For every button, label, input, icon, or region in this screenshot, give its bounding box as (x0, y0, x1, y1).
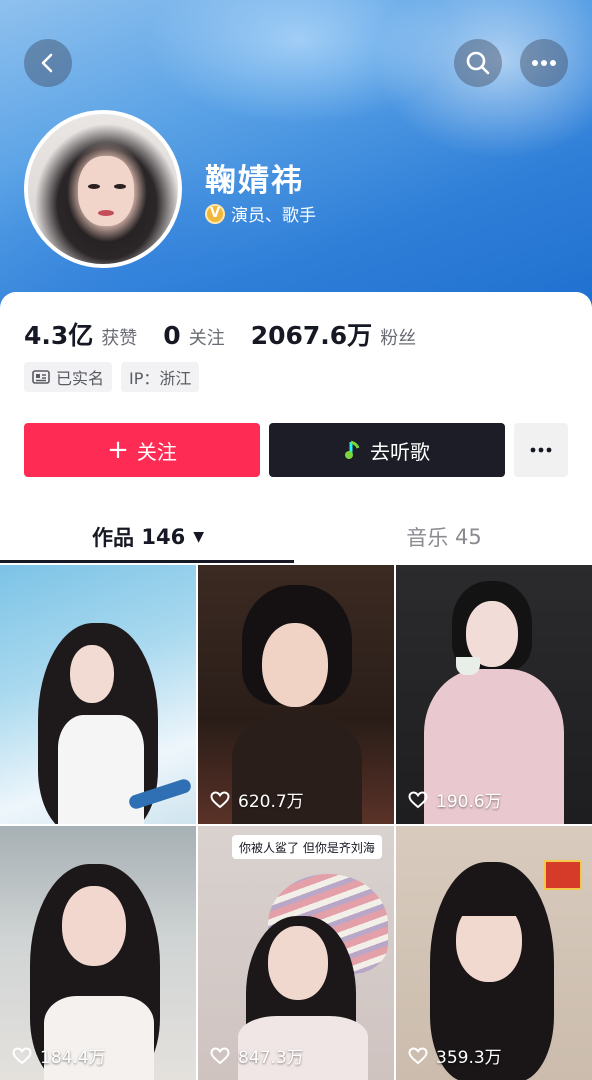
tab-works[interactable]: 作品 146 ▼ (0, 510, 296, 564)
like-count: 847.3万 (210, 1043, 304, 1068)
following-count[interactable]: 0 (163, 321, 180, 350)
tab-music[interactable]: 音乐 45 (296, 510, 592, 564)
verification-row: V 演员、歌手 (205, 201, 316, 226)
video-grid: 620.7万 190.6万 184.4万 你被人鲨了 但你是齐刘海 847.3万… (0, 565, 592, 1080)
followers-count[interactable]: 2067.6万 (251, 316, 372, 352)
plus-icon: + (107, 435, 129, 465)
more-horizontal-icon (532, 60, 556, 66)
like-count-text: 847.3万 (238, 1048, 304, 1068)
video-thumbnail-fringe (450, 882, 528, 916)
back-button[interactable] (24, 39, 72, 87)
video-tile[interactable]: 359.3万 (396, 826, 592, 1080)
tab-works-label: 作品 (92, 526, 135, 550)
followers-label: 粉丝 (380, 328, 417, 349)
heart-outline-icon (210, 790, 230, 808)
following-label: 关注 (188, 328, 225, 349)
id-card-icon (32, 370, 50, 384)
ip-text: IP：浙江 (129, 369, 192, 388)
like-count: 359.3万 (408, 1043, 502, 1068)
profile-name: 鞠婧祎 (205, 163, 304, 199)
content-tabs: 作品 146 ▼ 音乐 45 (0, 510, 592, 564)
follow-label: 关注 (136, 439, 177, 464)
like-count-text: 184.4万 (40, 1048, 106, 1068)
likes-label: 获赞 (101, 328, 138, 349)
follow-button[interactable]: + 关注 (24, 423, 260, 477)
like-count-text: 190.6万 (436, 792, 502, 812)
tab-music-count: 45 (454, 525, 482, 549)
video-tile[interactable]: 184.4万 (0, 826, 196, 1080)
video-tile[interactable]: 620.7万 (198, 565, 394, 824)
video-tile[interactable] (0, 565, 196, 824)
listen-music-button[interactable]: 去听歌 (269, 423, 505, 477)
avatar-eye (114, 184, 126, 189)
music-note-icon (345, 440, 360, 459)
heart-outline-icon (408, 1046, 428, 1064)
like-count-text: 620.7万 (238, 792, 304, 812)
heart-outline-icon (210, 1046, 230, 1064)
verification-text: 演员、歌手 (231, 206, 316, 226)
like-count-text: 359.3万 (436, 1048, 502, 1068)
video-tile[interactable]: 你被人鲨了 但你是齐刘海 847.3万 (198, 826, 394, 1080)
video-caption: 你被人鲨了 但你是齐刘海 (232, 835, 382, 859)
more-actions-button[interactable] (514, 423, 568, 477)
ip-tag: IP：浙江 (121, 362, 200, 392)
tab-works-count: 146 (141, 525, 186, 549)
tab-music-label: 音乐 (406, 526, 449, 550)
avatar-lip (98, 210, 114, 216)
likes-count[interactable]: 4.3亿 (24, 316, 93, 352)
like-count: 190.6万 (408, 787, 502, 812)
like-count: 620.7万 (210, 787, 304, 812)
video-thumbnail-face (62, 886, 126, 966)
search-icon (466, 51, 490, 75)
video-tile[interactable]: 190.6万 (396, 565, 592, 824)
profile-tags: 已实名 IP：浙江 (24, 362, 208, 392)
like-count: 184.4万 (12, 1043, 106, 1068)
avatar-eye (88, 184, 100, 189)
heart-outline-icon (12, 1046, 32, 1064)
stats-row: 4.3亿 获赞 0 关注 2067.6万 粉丝 (24, 316, 442, 352)
video-thumbnail-face (262, 623, 328, 707)
verified-badge-icon: V (205, 203, 225, 224)
video-thumbnail-face (268, 926, 328, 1000)
search-button[interactable] (454, 39, 502, 87)
listen-label: 去听歌 (370, 439, 430, 464)
tab-indicator (0, 560, 294, 563)
realname-text: 已实名 (56, 369, 105, 388)
chevron-left-icon (41, 53, 53, 73)
video-thumbnail-dress (58, 715, 144, 824)
video-thumbnail-poster (544, 860, 582, 890)
avatar[interactable] (24, 110, 182, 268)
video-thumbnail-face (70, 645, 114, 703)
caret-down-icon: ▼ (193, 529, 204, 545)
realname-tag: 已实名 (24, 362, 113, 392)
heart-outline-icon (408, 790, 428, 808)
more-options-button[interactable] (520, 39, 568, 87)
video-thumbnail-cup (456, 657, 480, 675)
more-horizontal-icon (530, 447, 552, 453)
